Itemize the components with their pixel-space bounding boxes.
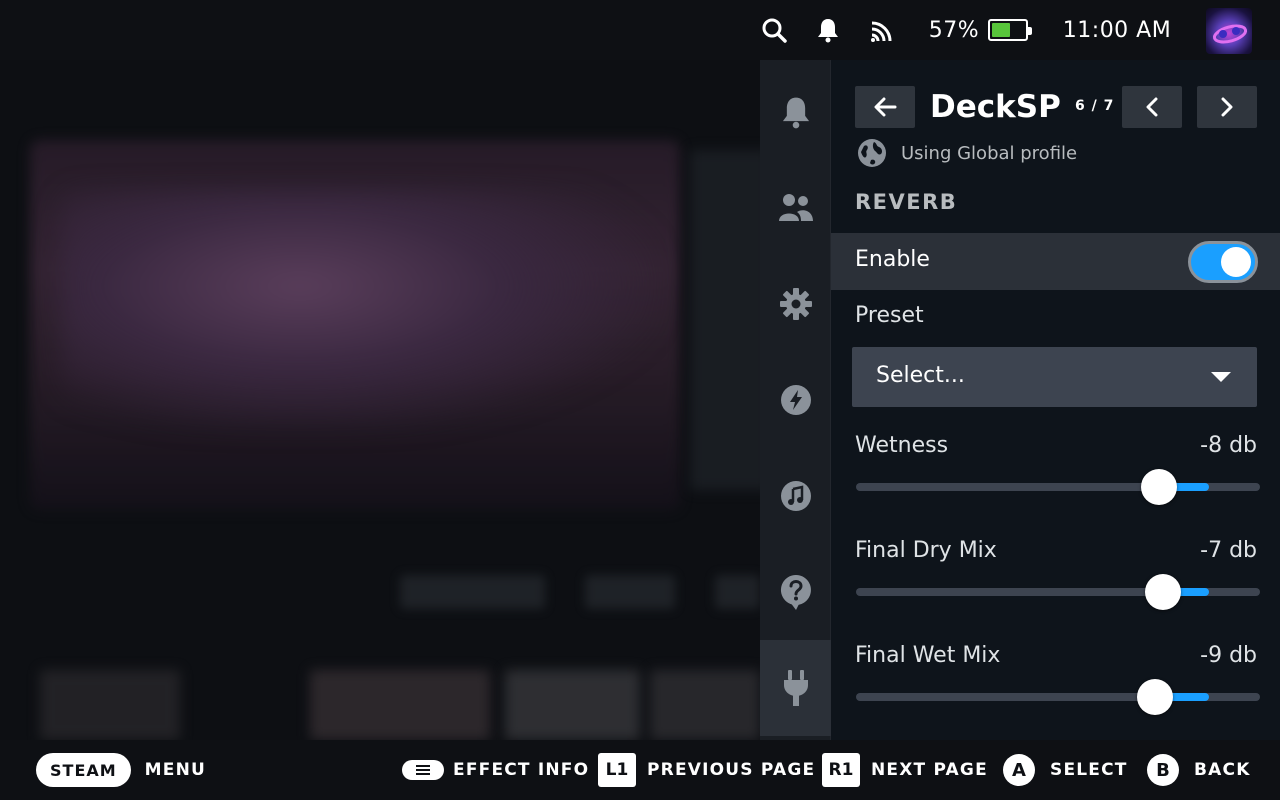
slider-value: -8 db [1200, 433, 1257, 458]
quick-access-nav-rail [760, 60, 831, 740]
l1-key: L1 [598, 753, 636, 787]
slider-knob[interactable] [1137, 679, 1173, 715]
battery-terminal [1028, 27, 1032, 35]
rail-item-help[interactable] [760, 544, 831, 640]
plug-icon [783, 670, 808, 706]
slider-label: Wetness [855, 433, 949, 458]
background-thumbnail [310, 670, 490, 740]
preset-dropdown-value: Select... [876, 363, 965, 388]
slider-final-dry-mix: Final Dry Mix -7 db [831, 538, 1280, 643]
menu-key-icon [402, 760, 444, 780]
steam-key: STEAM [36, 753, 131, 787]
status-bar: 57% 11:00 AM [0, 0, 1280, 60]
caret-down-icon [1211, 372, 1231, 382]
background-button [585, 575, 675, 609]
page-indicator: 6 / 7 [1075, 98, 1115, 114]
plugin-panel: DeckSP 6 / 7 Using Global profile REVERB… [831, 60, 1280, 740]
bell-icon [782, 97, 809, 129]
next-page-button[interactable] [1197, 86, 1257, 128]
avatar[interactable] [1206, 8, 1252, 54]
rail-item-performance[interactable] [760, 352, 831, 448]
hint-label: PREVIOUS PAGE [647, 760, 816, 780]
a-key: A [1003, 754, 1035, 786]
background-thumbnail [40, 670, 180, 740]
hint-label: MENU [144, 760, 207, 780]
hint-label: EFFECT INFO [453, 760, 590, 780]
lightning-icon [780, 385, 811, 415]
hint-steam-menu[interactable]: STEAM MENU [36, 740, 206, 800]
steam-deck-screen: 57% 11:00 AM DeckSP 6 / 7 Using Global p… [0, 0, 1280, 800]
slider-wetness: Wetness -8 db [831, 433, 1280, 538]
hint-label: BACK [1194, 760, 1251, 780]
globe-icon [858, 139, 886, 167]
hint-effect-info[interactable]: EFFECT INFO [402, 740, 589, 800]
rail-item-music[interactable] [760, 448, 831, 544]
slider-value: -9 db [1200, 643, 1257, 668]
preset-label: Preset [855, 303, 924, 328]
button-hint-bar: STEAM MENU EFFECT INFO L1 PREVIOUS PAGE … [0, 740, 1280, 800]
rail-item-notifications[interactable] [760, 64, 831, 160]
friends-icon [778, 194, 813, 221]
background-thumbnail [505, 670, 640, 740]
clock: 11:00 AM [1062, 17, 1172, 43]
plugin-title: DeckSP [930, 89, 1061, 125]
background-game-view [0, 60, 760, 740]
hint-label: NEXT PAGE [871, 760, 988, 780]
hint-next-page[interactable]: R1 NEXT PAGE [822, 740, 988, 800]
background-side-art [690, 150, 760, 490]
search-icon[interactable] [758, 0, 790, 60]
help-icon [780, 575, 811, 610]
enable-toggle[interactable] [1188, 241, 1258, 283]
battery-level-fill [992, 23, 1010, 37]
slider-knob[interactable] [1141, 469, 1177, 505]
rail-item-plugins[interactable] [760, 640, 831, 736]
slider-knob[interactable] [1145, 574, 1181, 610]
hint-back[interactable]: B BACK [1147, 740, 1251, 800]
background-hero-glow [60, 190, 660, 430]
hint-label: SELECT [1050, 760, 1128, 780]
bell-icon[interactable] [812, 0, 844, 60]
slider-value: -7 db [1200, 538, 1257, 563]
preset-dropdown[interactable]: Select... [852, 347, 1257, 407]
b-key: B [1147, 754, 1179, 786]
r1-key: R1 [822, 753, 860, 787]
wifi-icon [866, 0, 898, 60]
hint-previous-page[interactable]: L1 PREVIOUS PAGE [598, 740, 815, 800]
hint-select[interactable]: A SELECT [1003, 740, 1128, 800]
music-icon [780, 481, 811, 511]
profile-status: Using Global profile [857, 138, 1077, 168]
battery-percent: 57% [928, 17, 980, 43]
profile-text: Using Global profile [901, 142, 1078, 164]
slider-label: Final Wet Mix [855, 643, 1001, 668]
slider-label: Final Dry Mix [855, 538, 997, 563]
background-button [400, 575, 545, 609]
chevron-right-icon [1221, 97, 1233, 117]
previous-page-button[interactable] [1122, 86, 1182, 128]
rail-item-settings[interactable] [760, 256, 831, 352]
chevron-left-icon [1146, 97, 1158, 117]
battery-icon [988, 19, 1032, 41]
section-title: REVERB [855, 190, 958, 214]
background-button [715, 575, 760, 609]
rail-item-friends[interactable] [760, 160, 831, 256]
enable-label: Enable [855, 247, 930, 272]
background-thumbnail [650, 670, 760, 740]
arrow-left-icon [874, 97, 897, 117]
slider-final-wet-mix: Final Wet Mix -9 db [831, 643, 1280, 740]
gear-icon [779, 288, 812, 320]
enable-row[interactable]: Enable [831, 233, 1280, 290]
back-button[interactable] [855, 86, 915, 128]
toggle-knob [1221, 247, 1251, 277]
